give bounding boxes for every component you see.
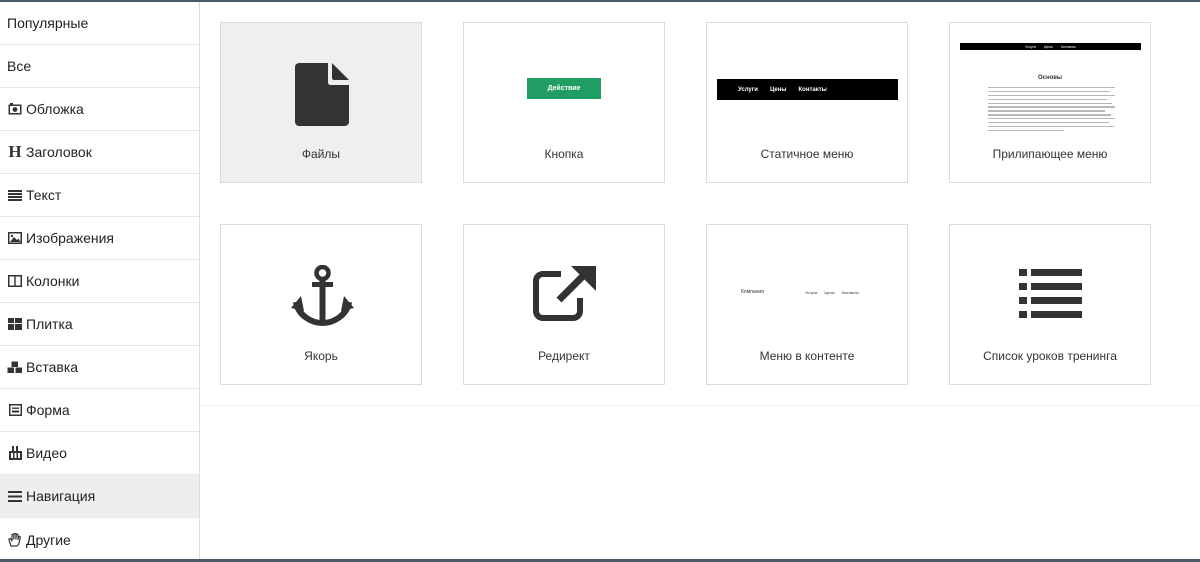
block-card-redirect[interactable]: Редирект (463, 224, 665, 385)
card-label: Меню в контенте (759, 349, 855, 363)
heading-icon: H (8, 142, 22, 161)
file-icon (295, 63, 349, 126)
card-thumbnail: Действие (464, 23, 664, 141)
anchor-icon (291, 265, 354, 327)
block-card-lesson-list[interactable]: Список уроков тренинга (949, 224, 1151, 385)
menu-preview-item: Услуги (738, 86, 758, 93)
card-label: Кнопка (544, 147, 584, 161)
card-thumbnail (950, 225, 1150, 343)
image-icon (7, 232, 23, 244)
menu-preview-item: Контакты (1060, 44, 1076, 49)
block-card-anchor[interactable]: Якорь (220, 224, 422, 385)
text-lines-icon (7, 189, 23, 201)
block-card-button[interactable]: Действие Кнопка (463, 22, 665, 183)
block-card-sticky-menu[interactable]: Услуги Цены Контакты Основы Прилипающее … (949, 22, 1151, 183)
sticky-menu-preview: Услуги Цены Контакты (960, 43, 1141, 50)
sidebar-item-label: Другие (26, 531, 71, 548)
card-thumbnail: Услуги Цены Контакты Основы (950, 23, 1150, 141)
sidebar-item-label: Колонки (26, 273, 80, 289)
preview-heading: Основы (1037, 75, 1063, 81)
block-card-content-menu[interactable]: Компания Услуги Цены Контакты Меню в кон… (706, 224, 908, 385)
card-label: Прилипающее меню (992, 147, 1108, 161)
content-menu-preview: Компания Услуги Цены Контакты (741, 289, 881, 299)
sidebar-item-label: Все (7, 58, 32, 74)
sidebar-item-cover[interactable]: Обложка (0, 88, 199, 131)
menu-preview-item: Цены (1043, 44, 1053, 49)
preview-text-lines (988, 87, 1115, 134)
category-sidebar: Популярные Все Обложка H Заголовок Текст… (0, 2, 200, 559)
sidebar-item-label: Вставка (26, 359, 79, 375)
menu-preview-item: Услуги (1025, 44, 1036, 49)
columns-icon (7, 275, 23, 287)
sidebar-item-all[interactable]: Все (0, 45, 199, 88)
sidebar-item-columns[interactable]: Колонки (0, 260, 199, 303)
card-thumbnail (464, 225, 664, 343)
menu-preview-item: Цены (824, 290, 835, 295)
sidebar-item-label: Плитка (26, 316, 73, 332)
card-thumbnail (221, 23, 421, 141)
hand-icon (7, 532, 23, 547)
list-icon (1019, 269, 1082, 318)
menu-preview-item: Цены (769, 86, 787, 93)
menu-preview-item: Услуги (805, 290, 818, 295)
card-thumbnail (221, 225, 421, 343)
card-label: Список уроков тренинга (983, 349, 1117, 363)
card-thumbnail: Услуги Цены Контакты (707, 23, 907, 141)
sidebar-item-label: Изображения (26, 230, 114, 246)
sidebar-item-video[interactable]: Видео (0, 432, 199, 475)
block-card-files[interactable]: Файлы (220, 22, 422, 183)
block-card-static-menu[interactable]: Услуги Цены Контакты Статичное меню (706, 22, 908, 183)
menu-bar-preview: Услуги Цены Контакты (717, 79, 898, 100)
sidebar-item-other[interactable]: Другие (0, 518, 199, 561)
menu-preview-item: Контакты (841, 290, 859, 295)
cubes-icon (7, 361, 23, 374)
sidebar-item-navigation[interactable]: Навигация (0, 475, 199, 518)
sidebar-item-heading[interactable]: H Заголовок (0, 131, 199, 174)
button-preview: Действие (527, 78, 601, 99)
sidebar-item-popular[interactable]: Популярные (0, 2, 199, 45)
block-grid-panel: Файлы Действие Кнопка Услуги Цены Контак… (200, 2, 1200, 406)
sidebar-item-embed[interactable]: Вставка (0, 346, 199, 389)
external-link-icon (533, 266, 596, 321)
sidebar-item-label: Видео (26, 445, 67, 461)
sidebar-item-label: Популярные (7, 15, 89, 31)
sidebar-item-label: Обложка (26, 101, 84, 117)
card-label: Редирект (538, 349, 590, 363)
tiles-icon (7, 318, 23, 330)
sidebar-item-label: Текст (26, 187, 62, 203)
card-label: Статичное меню (760, 147, 854, 161)
sidebar-item-label: Форма (26, 402, 70, 418)
sidebar-item-tiles[interactable]: Плитка (0, 303, 199, 346)
card-label: Якорь (304, 349, 338, 363)
card-thumbnail: Компания Услуги Цены Контакты (707, 225, 907, 343)
form-icon (7, 404, 23, 416)
preview-brand: Компания (741, 289, 764, 295)
sidebar-item-text[interactable]: Текст (0, 174, 199, 217)
sidebar-item-images[interactable]: Изображения (0, 217, 199, 260)
block-gallery: Файлы Действие Кнопка Услуги Цены Контак… (200, 2, 1200, 559)
card-label: Файлы (301, 147, 341, 161)
sidebar-item-label: Заголовок (26, 144, 92, 160)
hamburger-icon (7, 490, 23, 502)
menu-preview-item: Контакты (798, 86, 827, 93)
sidebar-item-label: Навигация (26, 488, 96, 504)
camera-icon (7, 103, 23, 115)
video-icon (7, 446, 23, 460)
sidebar-item-form[interactable]: Форма (0, 389, 199, 432)
